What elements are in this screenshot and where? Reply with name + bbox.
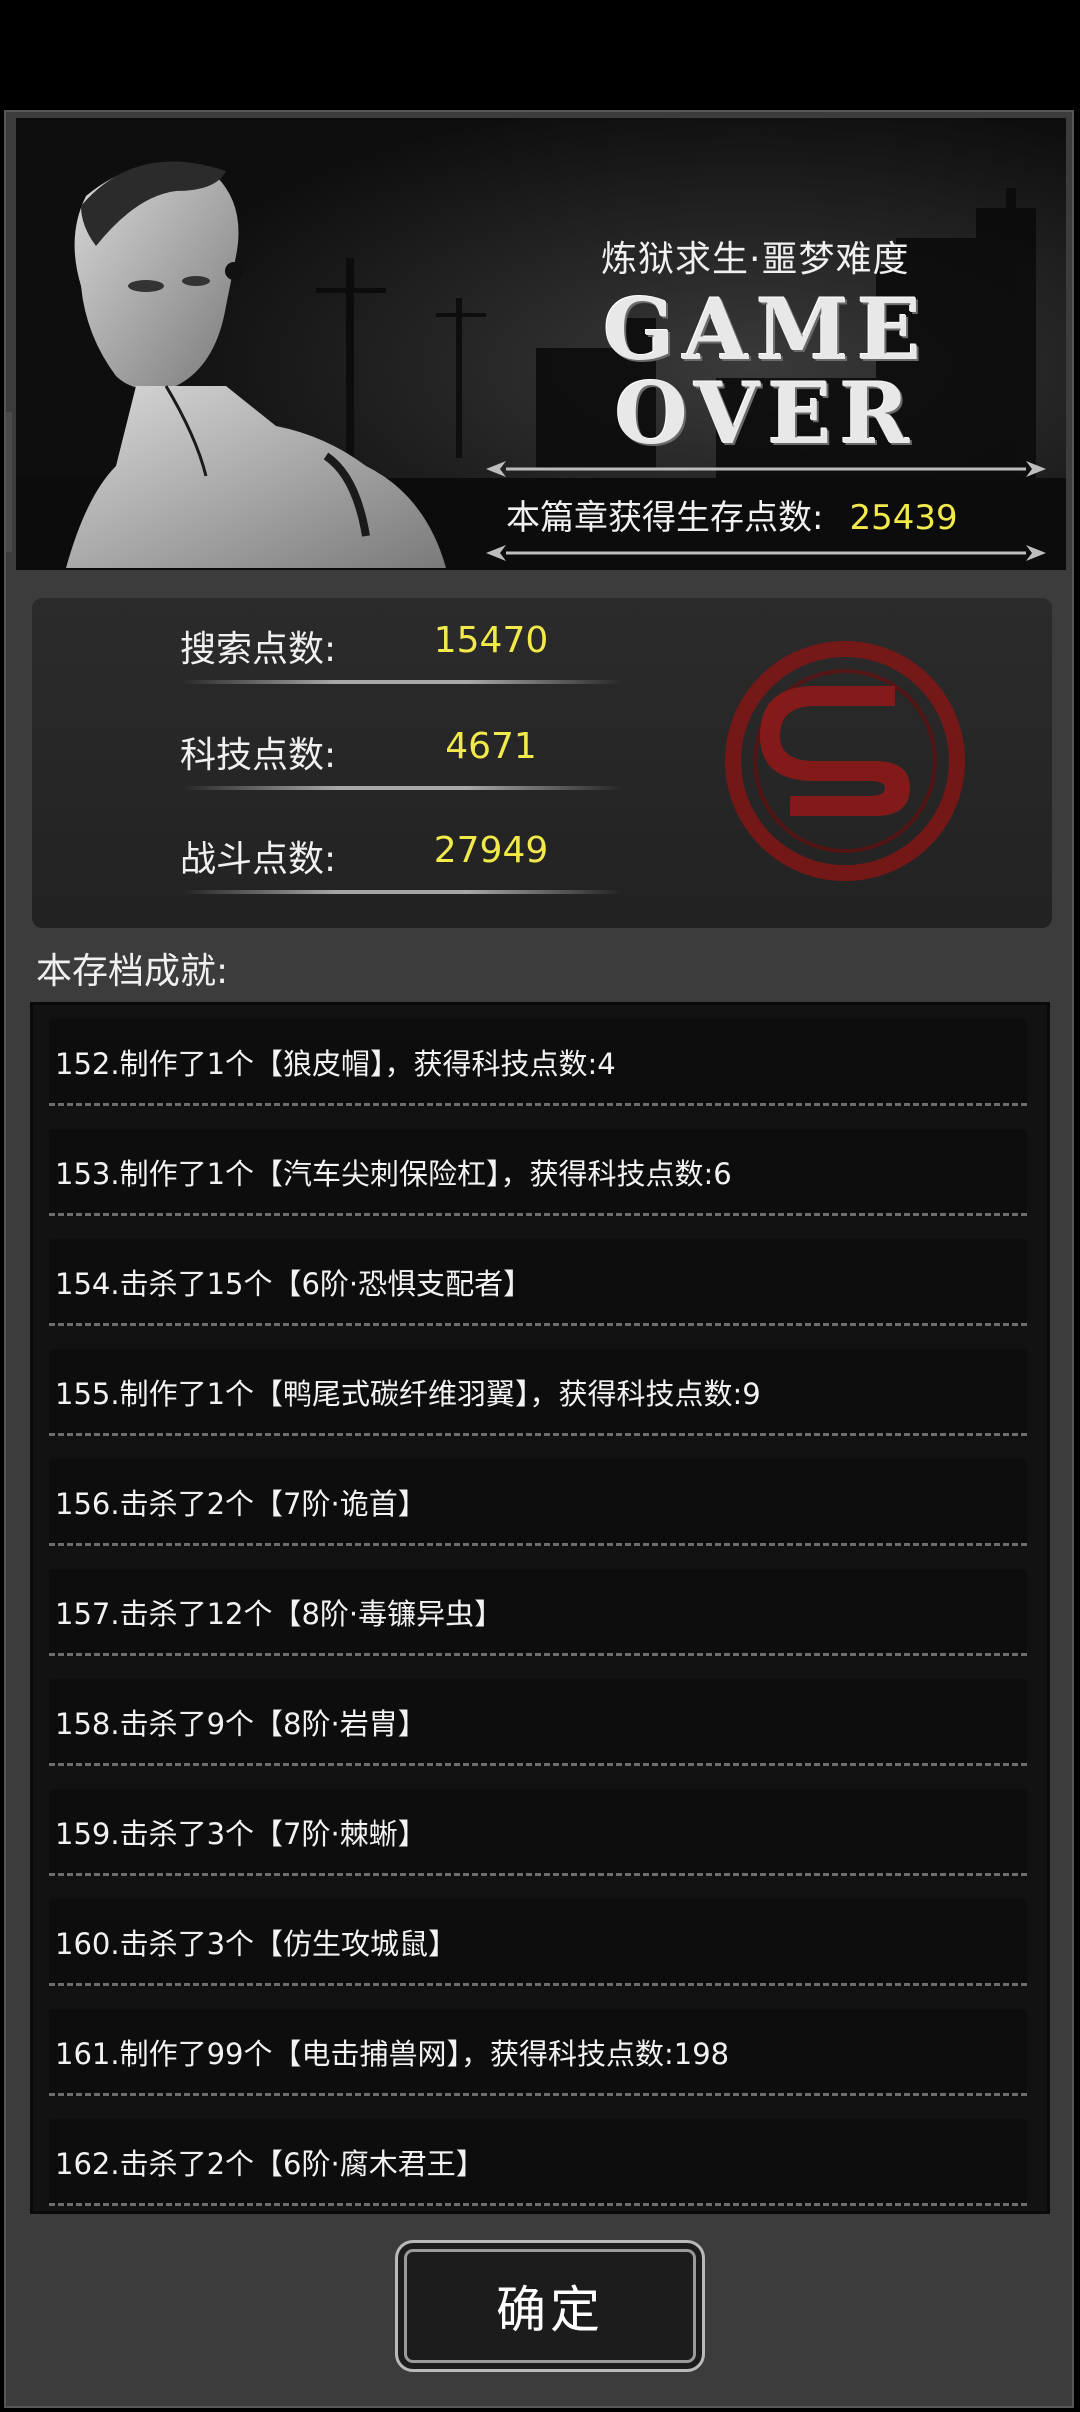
game-over-title: GAME OVER — [596, 288, 936, 456]
survivor-portrait-image — [66, 161, 446, 568]
confirm-button-label: 确定 — [496, 2281, 604, 2339]
stat-underline — [182, 786, 622, 790]
achievement-item: 162.击杀了2个【6阶·腐木君王】 — [49, 2119, 1027, 2206]
achievement-item: 161.制作了99个【电击捕兽网】，获得科技点数:198 — [49, 2009, 1027, 2096]
stat-value: 27949 — [433, 830, 549, 871]
achievement-text: 153.制作了1个【汽车尖刺保险杠】，获得科技点数:6 — [55, 1157, 732, 1191]
earned-points-label: 本篇章获得生存点数: — [506, 498, 824, 538]
achievement-text: 156.击杀了2个【7阶·诡首】 — [55, 1487, 427, 1521]
achievement-item: 152.制作了1个【狼皮帽】，获得科技点数:4 — [49, 1019, 1027, 1106]
achievements-list[interactable]: 152.制作了1个【狼皮帽】，获得科技点数:4 153.制作了1个【汽车尖刺保险… — [30, 1002, 1050, 2214]
achievement-text: 157.击杀了12个【8阶·毒镰异虫】 — [55, 1597, 504, 1631]
difficulty-subtitle: 炼狱求生·噩梦难度 — [601, 239, 910, 280]
achievement-text: 155.制作了1个【鸭尾式碳纤维羽翼】，获得科技点数:9 — [55, 1377, 761, 1411]
achievement-text: 162.击杀了2个【6阶·腐木君王】 — [55, 2147, 485, 2181]
achievement-item: 160.击杀了3个【仿生攻城鼠】 — [49, 1899, 1027, 1986]
achievement-item: 153.制作了1个【汽车尖刺保险杠】，获得科技点数:6 — [49, 1129, 1027, 1216]
stat-row-search: 搜索点数: 15470 — [32, 602, 672, 692]
game-over-banner: 炼狱求生·噩梦难度 GAME OVER 本篇章获得生存点数: 25439 — [16, 118, 1066, 570]
stat-label: 科技点数: — [180, 735, 337, 776]
ornament-divider-bottom — [486, 545, 1046, 561]
achievement-text: 161.制作了99个【电击捕兽网】，获得科技点数:198 — [55, 2037, 730, 2071]
achievement-text: 159.击杀了3个【7阶·棘蜥】 — [55, 1817, 427, 1851]
achievement-item: 159.击杀了3个【7阶·棘蜥】 — [49, 1789, 1027, 1876]
survival-emblem-icon — [725, 641, 965, 881]
achievement-text: 152.制作了1个【狼皮帽】，获得科技点数:4 — [55, 1047, 616, 1081]
achievement-text: 160.击杀了3个【仿生攻城鼠】 — [55, 1927, 458, 1961]
side-tab — [6, 412, 12, 552]
achievement-item: 158.击杀了9个【8阶·岩胄】 — [49, 1679, 1027, 1766]
stat-value: 15470 — [433, 620, 549, 661]
stat-row-tech: 科技点数: 4671 — [32, 708, 672, 798]
stat-underline — [182, 890, 622, 894]
achievement-item: 155.制作了1个【鸭尾式碳纤维羽翼】，获得科技点数:9 — [49, 1349, 1027, 1436]
earned-points-value: 25439 — [849, 498, 958, 538]
stat-label: 战斗点数: — [180, 839, 337, 880]
achievement-item: 154.击杀了15个【6阶·恐惧支配者】 — [49, 1239, 1027, 1326]
game-over-title-line-2: OVER — [614, 364, 918, 463]
confirm-button[interactable]: 确定 — [395, 2240, 705, 2372]
ornament-divider-top — [486, 461, 1046, 477]
achievements-title: 本存档成就: — [36, 951, 229, 992]
stat-label: 搜索点数: — [180, 629, 337, 670]
earned-points: 本篇章获得生存点数: 25439 — [506, 490, 958, 539]
achievement-text: 154.击杀了15个【6阶·恐惧支配者】 — [55, 1267, 533, 1301]
achievement-item: 156.击杀了2个【7阶·诡首】 — [49, 1459, 1027, 1546]
status-bar — [0, 0, 1080, 108]
game-over-dialog: 炼狱求生·噩梦难度 GAME OVER 本篇章获得生存点数: 25439 搜索点数… — [4, 110, 1074, 2408]
achievement-text: 158.击杀了9个【8阶·岩胄】 — [55, 1707, 427, 1741]
stat-row-combat: 战斗点数: 27949 — [32, 812, 672, 902]
stats-panel: 搜索点数: 15470 科技点数: 4671 战斗点数: 27949 — [32, 598, 1052, 928]
stat-value: 4671 — [445, 726, 537, 767]
game-over-title-line-1: GAME — [603, 280, 929, 379]
stat-underline — [182, 680, 622, 684]
achievement-item: 157.击杀了12个【8阶·毒镰异虫】 — [49, 1569, 1027, 1656]
